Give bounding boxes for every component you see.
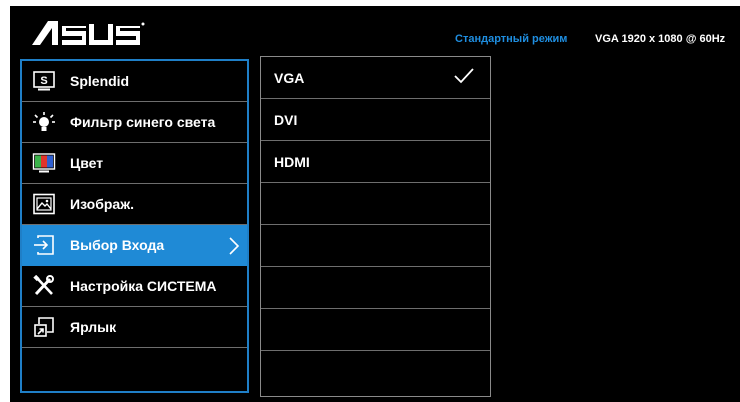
asus-logo <box>32 21 145 45</box>
menu-label-system-setup: Настройка СИСТЕМА <box>70 278 217 294</box>
submenu-item-empty <box>261 351 490 396</box>
menu-label-input-select: Выбор Входа <box>70 237 165 253</box>
submenu-label-vga: VGA <box>274 70 305 86</box>
submenu-item-vga[interactable]: VGA <box>261 57 490 99</box>
svg-text:S: S <box>40 75 47 87</box>
menu-label-shortcut: Ярлык <box>70 319 117 335</box>
menu-label-color: Цвет <box>70 155 104 171</box>
osd-panel: Стандартный режим VGA 1920 x 1080 @ 60Hz… <box>10 6 740 402</box>
menu-label-blue-light-filter: Фильтр синего света <box>70 114 216 130</box>
signal-info: VGA 1920 x 1080 @ 60Hz <box>595 33 726 45</box>
menu-label-splendid: Splendid <box>70 73 130 89</box>
menu-item-system-setup[interactable]: Настройка СИСТЕМА <box>22 266 247 307</box>
splendid-icon: S <box>33 71 55 91</box>
blue-light-filter-icon <box>33 112 55 131</box>
menu-item-empty <box>22 348 247 389</box>
submenu-item-empty <box>261 225 490 267</box>
image-icon <box>33 193 55 215</box>
color-icon <box>32 153 56 173</box>
submenu-item-empty <box>261 267 490 309</box>
checkmark-icon <box>454 68 474 84</box>
submenu-label-dvi: DVI <box>274 112 298 128</box>
menu-item-color[interactable]: Цвет <box>22 143 247 184</box>
menu-label-image: Изображ. <box>70 196 135 212</box>
menu-item-shortcut[interactable]: Ярлык <box>22 307 247 348</box>
menu-item-blue-light-filter[interactable]: Фильтр синего света <box>22 102 247 143</box>
submenu-item-empty <box>261 183 490 225</box>
input-select-submenu: VGA DVI HDMI <box>260 56 491 397</box>
submenu-item-dvi[interactable]: DVI <box>261 99 490 141</box>
menu-item-image[interactable]: Изображ. <box>22 184 247 225</box>
picture-mode-label: Стандартный режим <box>455 33 568 45</box>
menu-item-input-select[interactable]: Выбор Входа <box>22 225 247 266</box>
submenu-item-empty <box>261 309 490 351</box>
chevron-right-icon <box>229 237 240 255</box>
input-select-icon <box>34 235 54 255</box>
submenu-item-hdmi[interactable]: HDMI <box>261 141 490 183</box>
menu-item-splendid[interactable]: S Splendid <box>22 61 247 102</box>
system-setup-icon <box>33 275 54 296</box>
submenu-label-hdmi: HDMI <box>274 154 310 170</box>
shortcut-icon <box>34 317 54 337</box>
main-menu: S Splendid Фильтр синего света Цвет Изоб… <box>20 59 249 393</box>
